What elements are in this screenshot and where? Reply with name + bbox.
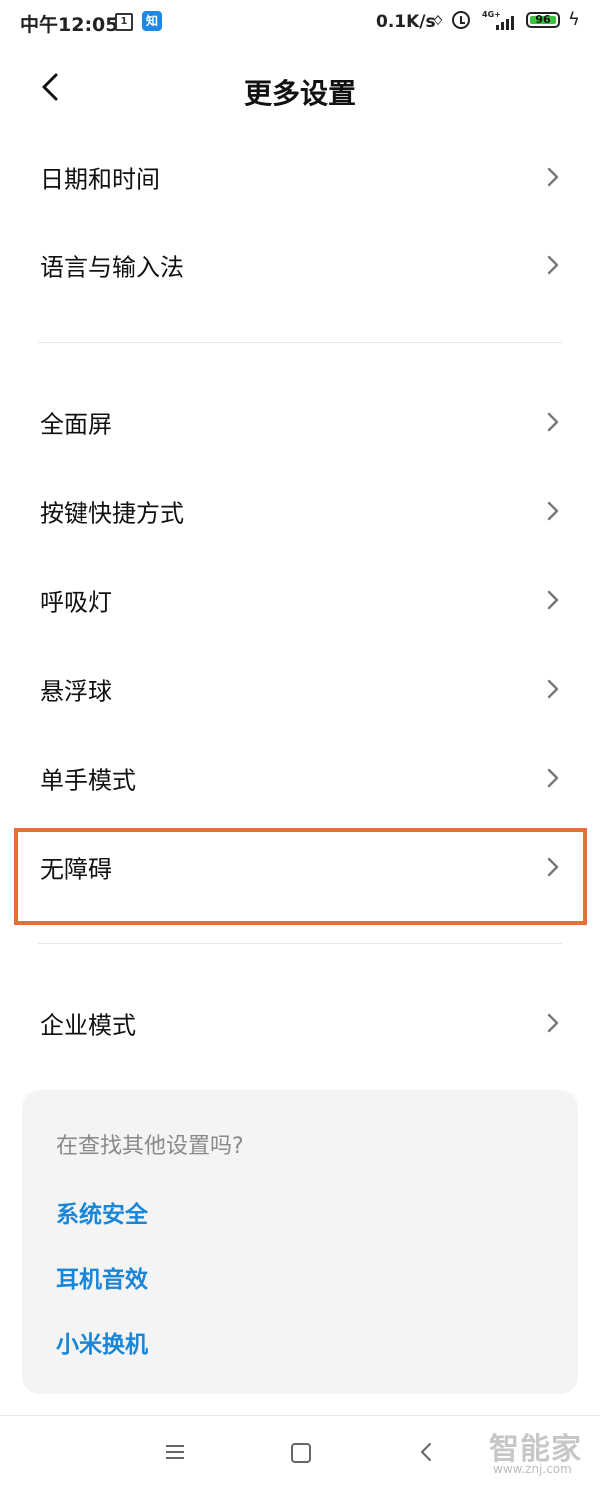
zhihu-app-icon: 知	[142, 11, 162, 31]
chevron-right-icon	[547, 679, 559, 699]
setting-item-button-shortcuts[interactable]: 按键快捷方式	[0, 467, 600, 555]
charging-icon: ϟ	[568, 9, 580, 30]
setting-item-label: 全面屏	[40, 410, 112, 439]
suggestion-link-earphone-sound[interactable]: 耳机音效	[56, 1260, 148, 1294]
setting-item-date-time[interactable]: 日期和时间	[0, 133, 600, 221]
bluetooth-icon: ᛜ	[432, 9, 444, 33]
status-time: 中午12:05	[20, 14, 119, 36]
setting-item-floating-ball[interactable]: 悬浮球	[0, 645, 600, 733]
chevron-right-icon	[547, 501, 559, 521]
recent-apps-button[interactable]	[166, 1444, 186, 1460]
network-speed: 0.1K/s	[376, 12, 436, 32]
setting-item-one-handed-mode[interactable]: 单手模式	[0, 734, 600, 822]
signal-icon: 4G+	[482, 10, 516, 32]
header: 更多设置	[0, 52, 600, 124]
nav-divider	[0, 1415, 600, 1416]
home-button[interactable]	[291, 1443, 311, 1463]
setting-item-label: 悬浮球	[40, 677, 112, 706]
setting-item-label: 按键快捷方式	[40, 499, 184, 528]
battery-level: 96	[530, 14, 556, 25]
highlight-box	[14, 828, 587, 925]
setting-item-full-screen[interactable]: 全面屏	[0, 378, 600, 466]
setting-item-notification-light[interactable]: 呼吸灯	[0, 556, 600, 644]
watermark: 智能家 www.znj.com	[489, 1424, 593, 1480]
setting-item-language-input[interactable]: 语言与输入法	[0, 221, 600, 309]
setting-item-label: 语言与输入法	[40, 253, 184, 282]
page-title: 更多设置	[243, 77, 356, 110]
setting-item-enterprise-mode[interactable]: 企业模式	[0, 979, 600, 1067]
watermark-url: www.znj.com	[493, 1462, 572, 1476]
section-divider	[38, 943, 562, 944]
setting-item-label: 日期和时间	[40, 165, 160, 194]
chevron-right-icon	[547, 1013, 559, 1033]
nav-back-button[interactable]	[420, 1442, 432, 1462]
section-divider	[38, 342, 562, 343]
setting-item-label: 单手模式	[40, 766, 136, 795]
alarm-icon	[452, 11, 470, 29]
chevron-right-icon	[547, 255, 559, 275]
setting-item-label: 呼吸灯	[40, 588, 112, 617]
chevron-right-icon	[547, 768, 559, 788]
chevron-right-icon	[547, 412, 559, 432]
battery-icon: 96	[526, 12, 560, 28]
suggestion-link-system-security[interactable]: 系统安全	[56, 1195, 148, 1229]
chevron-right-icon	[547, 167, 559, 187]
setting-item-label: 企业模式	[40, 1011, 136, 1040]
calendar-icon: 1	[115, 13, 133, 31]
signal-label: 4G+	[482, 10, 501, 19]
suggestion-card: 在查找其他设置吗? 系统安全 耳机音效 小米换机	[22, 1090, 578, 1394]
status-bar: 中午12:05 1 知 0.1K/s ᛜ 4G+ 96 ϟ	[0, 0, 600, 44]
suggestion-link-mi-mover[interactable]: 小米换机	[56, 1325, 148, 1359]
chevron-right-icon	[547, 590, 559, 610]
suggestion-hint: 在查找其他设置吗?	[56, 1134, 244, 1159]
